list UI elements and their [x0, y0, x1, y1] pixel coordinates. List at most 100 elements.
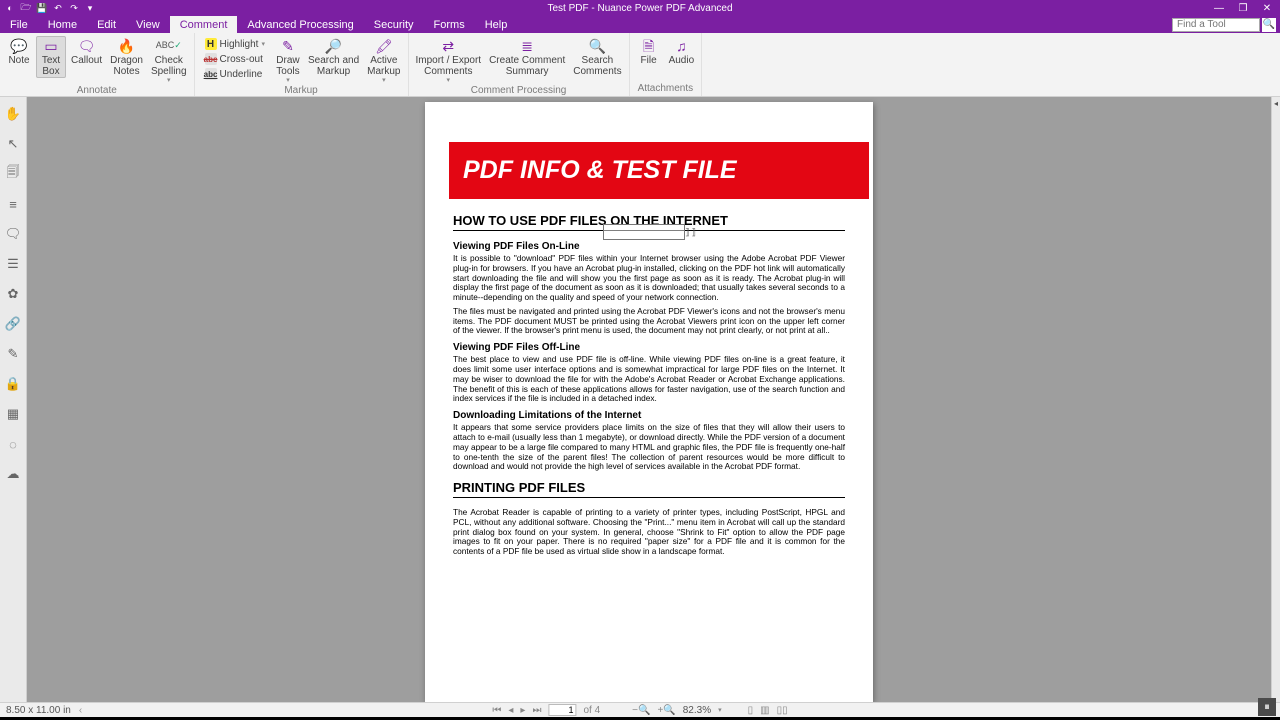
pause-overlay-button[interactable]: ⏸: [1258, 698, 1276, 716]
doc-para-printing: The Acrobat Reader is capable of printin…: [453, 508, 845, 557]
single-page-view-button[interactable]: ▯: [748, 705, 754, 716]
highlight-button[interactable]: HHighlight▾: [203, 37, 267, 51]
ribbon: 💬Note ▭Text Box 🗨Callout 🔥Dragon Notes A…: [0, 33, 1280, 97]
last-page-button[interactable]: ⏭: [532, 705, 541, 716]
underline-button[interactable]: abcUnderline: [203, 67, 267, 81]
close-button[interactable]: ✕: [1260, 3, 1274, 14]
open-icon[interactable]: 🗁: [20, 2, 32, 14]
status-collapse-icon[interactable]: ‹: [79, 705, 82, 716]
page-number-input[interactable]: [548, 704, 576, 716]
search-markup-icon: 🔎: [324, 37, 344, 55]
search-comments-button[interactable]: 🔍Search Comments: [570, 36, 624, 78]
continuous-view-button[interactable]: ▥: [760, 705, 769, 716]
draw-tools-button[interactable]: ✎Draw Tools▾: [273, 36, 303, 85]
layers-panel-icon[interactable]: ☰: [4, 255, 22, 273]
attach-audio-button[interactable]: ♫Audio: [666, 36, 698, 68]
page-size-label: 8.50 x 11.00 in: [6, 705, 71, 716]
check-spelling-button[interactable]: ABC✓Check Spelling▾: [148, 36, 190, 85]
save-icon[interactable]: 💾: [36, 2, 48, 14]
find-tool-input[interactable]: [1172, 18, 1260, 32]
page-1: PDF INFO & TEST FILE HOW TO USE PDF FILE…: [425, 102, 873, 702]
find-tool-search-icon[interactable]: 🔍: [1262, 18, 1276, 32]
tab-forms[interactable]: Forms: [424, 16, 475, 33]
comments-panel-icon[interactable]: 🗨: [4, 225, 22, 243]
tab-edit[interactable]: Edit: [87, 16, 126, 33]
navigation-panel: ✋ ↖ 🗐 ≡ 🗨 ☰ ✿ 🔗 ✎ 🔒 ▦ ◌ ☁: [0, 97, 27, 702]
minimize-button[interactable]: —: [1212, 3, 1226, 14]
prev-page-button[interactable]: ◂: [508, 705, 513, 716]
doc-heading-downloading: Downloading Limitations of the Internet: [453, 410, 845, 421]
group-comment-processing-label: Comment Processing: [409, 85, 629, 96]
search-and-markup-button[interactable]: 🔎Search and Markup: [305, 36, 362, 78]
hand-tool-icon[interactable]: ✋: [4, 105, 22, 123]
doc-para-offline: The best place to view and use PDF file …: [453, 355, 845, 404]
dragon-notes-button[interactable]: 🔥Dragon Notes: [107, 36, 146, 78]
qat-dropdown-icon[interactable]: ▾: [84, 2, 96, 14]
draw-icon: ✎: [278, 37, 298, 55]
next-page-button[interactable]: ▸: [520, 705, 525, 716]
tags-panel-icon[interactable]: ◌: [4, 435, 22, 453]
forms-panel-icon[interactable]: ▦: [4, 405, 22, 423]
underline-icon: abc: [205, 68, 217, 80]
ribbon-tabs: File Home Edit View Comment Advanced Pro…: [0, 16, 1280, 33]
zoom-in-button[interactable]: +🔍: [657, 705, 675, 716]
signatures-panel-icon[interactable]: ✎: [4, 345, 22, 363]
group-markup-label: Markup: [195, 85, 408, 96]
tab-view[interactable]: View: [126, 16, 170, 33]
app-menu-icon[interactable]: ◐: [4, 2, 16, 14]
facing-view-button[interactable]: ▯▯: [777, 705, 788, 716]
workspace: ✋ ↖ 🗐 ≡ 🗨 ☰ ✿ 🔗 ✎ 🔒 ▦ ◌ ☁ PDF INFO & TES…: [0, 97, 1280, 702]
quick-access-toolbar: ◐ 🗁 💾 ↶ ↷ ▾: [0, 2, 96, 14]
create-comment-summary-button[interactable]: ≣Create Comment Summary: [486, 36, 568, 78]
security-panel-icon[interactable]: 🔒: [4, 375, 22, 393]
page-navigation: ⏮ ◂ ▸ ⏭ of 4 −🔍 +🔍 82.3% ▾ ▯ ▥ ▯▯: [492, 704, 787, 716]
expand-panel-icon[interactable]: ◂: [1272, 97, 1280, 108]
import-export-comments-button[interactable]: ⇄Import / Export Comments▾: [413, 36, 485, 85]
status-bar: 8.50 x 11.00 in ‹ ⏮ ◂ ▸ ⏭ of 4 −🔍 +🔍 82.…: [0, 702, 1280, 717]
file-icon: 🗎: [639, 37, 659, 55]
cross-out-button[interactable]: abcCross-out: [203, 52, 267, 66]
doc-para-downloading: It appears that some service providers p…: [453, 423, 845, 472]
tab-home[interactable]: Home: [38, 16, 87, 33]
doc-banner: PDF INFO & TEST FILE: [449, 142, 869, 199]
doc-heading-offline: Viewing PDF Files Off-Line: [453, 342, 845, 353]
highlight-icon: H: [205, 38, 217, 50]
redo-icon[interactable]: ↷: [68, 2, 80, 14]
attach-file-button[interactable]: 🗎File: [634, 36, 664, 68]
group-attachments-label: Attachments: [630, 83, 702, 96]
text-box-button[interactable]: ▭Text Box: [36, 36, 66, 78]
tab-help[interactable]: Help: [475, 16, 518, 33]
bookmarks-panel-icon[interactable]: ≡: [4, 195, 22, 213]
window-title: Test PDF - Nuance Power PDF Advanced: [547, 3, 732, 14]
attachments-panel-icon[interactable]: 🔗: [4, 315, 22, 333]
callout-button[interactable]: 🗨Callout: [68, 36, 105, 68]
note-button[interactable]: 💬Note: [4, 36, 34, 68]
stamps-panel-icon[interactable]: ✿: [4, 285, 22, 303]
tab-comment[interactable]: Comment: [170, 16, 238, 33]
page-total-label: of 4: [583, 705, 600, 716]
textbox-icon: ▭: [41, 37, 61, 55]
active-markup-button[interactable]: 🖍Active Markup▾: [364, 36, 403, 85]
flame-icon: 🔥: [117, 37, 137, 55]
summary-icon: ≣: [517, 37, 537, 55]
callout-icon: 🗨: [77, 37, 97, 55]
right-panel-strip: ◂: [1271, 97, 1280, 702]
pages-panel-icon[interactable]: 🗐: [4, 165, 22, 183]
zoom-out-button[interactable]: −🔍: [632, 705, 650, 716]
maximize-button[interactable]: ❐: [1236, 3, 1250, 14]
group-annotate-label: Annotate: [0, 85, 194, 96]
textbox-resize-handle-icon[interactable]: ⟧⟧: [685, 227, 698, 238]
tab-advanced-processing[interactable]: Advanced Processing: [237, 16, 363, 33]
text-box-annotation[interactable]: ⟧⟧: [603, 224, 685, 240]
zoom-level-label: 82.3%: [683, 705, 711, 716]
document-canvas[interactable]: PDF INFO & TEST FILE HOW TO USE PDF FILE…: [27, 97, 1271, 702]
zoom-dropdown-icon[interactable]: ▾: [718, 706, 722, 714]
first-page-button[interactable]: ⏮: [492, 705, 501, 716]
tab-security[interactable]: Security: [364, 16, 424, 33]
doc-heading-online: Viewing PDF Files On-Line: [453, 241, 845, 252]
select-tool-icon[interactable]: ↖: [4, 135, 22, 153]
undo-icon[interactable]: ↶: [52, 2, 64, 14]
tab-file[interactable]: File: [0, 16, 38, 33]
clouds-panel-icon[interactable]: ☁: [4, 465, 22, 483]
note-icon: 💬: [9, 37, 29, 55]
